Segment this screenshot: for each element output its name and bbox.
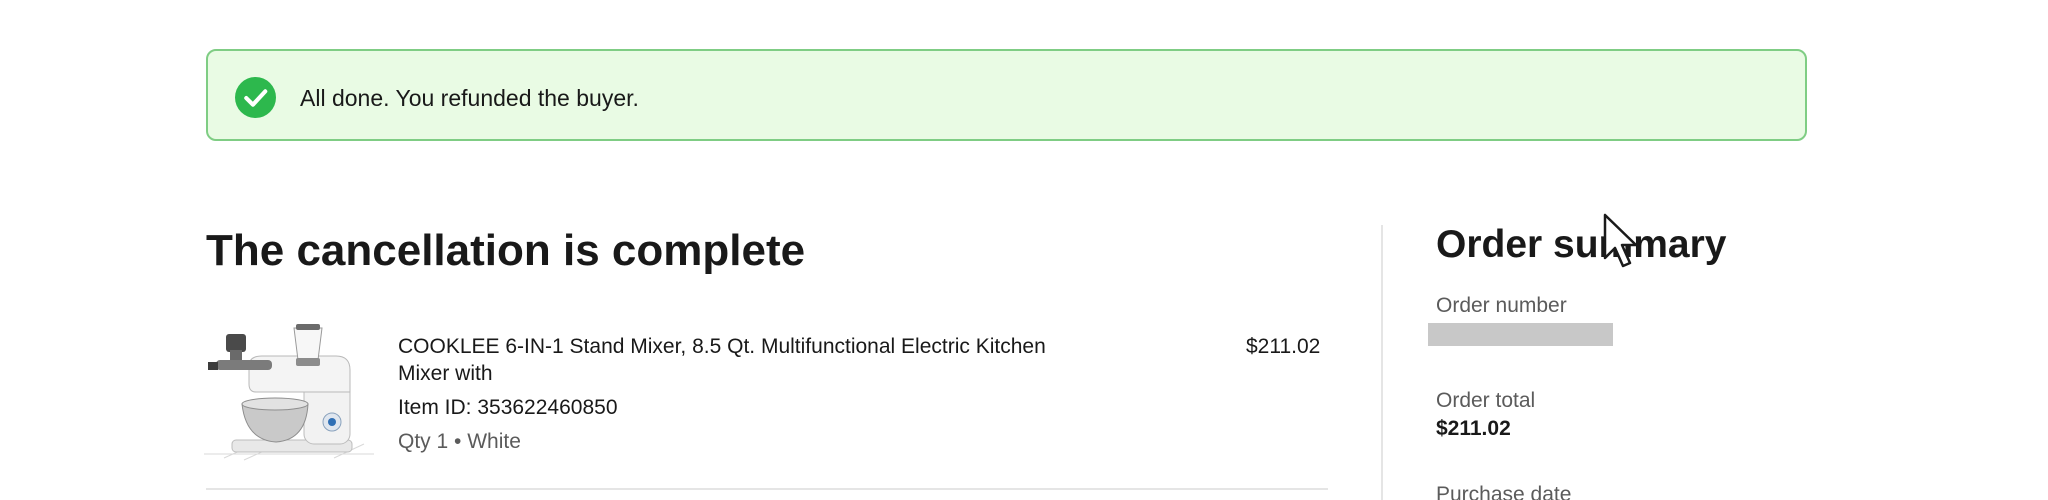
item-quantity-variant: Qty 1 • White xyxy=(398,430,521,453)
mouse-cursor-icon xyxy=(1603,213,1638,268)
cancellation-page: All done. You refunded the buyer. The ca… xyxy=(0,0,2048,500)
item-title-link[interactable]: COOKLEE 6-IN-1 Stand Mixer, 8.5 Qt. Mult… xyxy=(398,333,1078,387)
order-total-value: $211.02 xyxy=(1436,417,1511,440)
column-separator xyxy=(1381,225,1383,500)
order-number-value-redacted xyxy=(1428,323,1613,346)
item-id: Item ID: 353622460850 xyxy=(398,396,618,419)
stand-mixer-product-image[interactable] xyxy=(204,322,374,462)
banner-message: All done. You refunded the buyer. xyxy=(300,85,639,111)
order-total-label: Order total xyxy=(1436,389,1536,412)
order-summary-title: Order summary xyxy=(1436,223,1727,266)
check-circle-icon xyxy=(235,77,276,118)
success-banner: All done. You refunded the buyer. xyxy=(206,49,1807,141)
order-number-label: Order number xyxy=(1436,294,1567,317)
item-divider xyxy=(206,488,1328,490)
item-price: $211.02 xyxy=(1246,335,1321,358)
purchase-date-label: Purchase date xyxy=(1436,483,1572,500)
page-title: The cancellation is complete xyxy=(206,226,806,275)
